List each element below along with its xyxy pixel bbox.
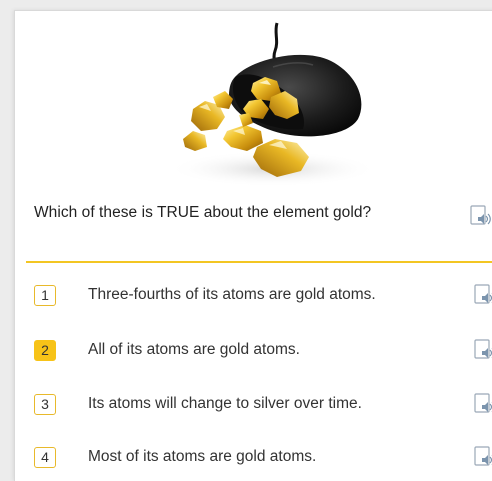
speaker-icon[interactable] xyxy=(474,393,492,415)
option-text: All of its atoms are gold atoms. xyxy=(88,341,300,358)
question-card: Which of these is TRUE about the element… xyxy=(14,10,492,481)
option-audio-speaker-icon xyxy=(474,446,492,466)
option-audio-speaker-icon xyxy=(474,339,492,359)
option-text: Three-fourths of its atoms are gold atom… xyxy=(88,286,376,303)
answer-option-3[interactable]: 3 Its atoms will change to silver over t… xyxy=(34,393,492,420)
option-number-badge: 1 xyxy=(34,285,56,306)
answer-option-1[interactable]: 1 Three-fourths of its atoms are gold at… xyxy=(34,284,492,311)
answer-option-4[interactable]: 4 Most of its atoms are gold atoms. xyxy=(34,446,492,473)
question-audio-speaker-icon xyxy=(470,205,491,225)
gold-nuggets-image xyxy=(153,19,383,197)
gold-nuggets-bag-illustration xyxy=(168,22,378,187)
question-text: Which of these is TRUE about the element… xyxy=(34,204,372,221)
option-audio-speaker-icon xyxy=(474,393,492,413)
option-text: Its atoms will change to silver over tim… xyxy=(88,395,362,412)
option-audio-speaker-icon xyxy=(474,284,492,304)
option-number-badge: 3 xyxy=(34,394,56,415)
divider xyxy=(26,261,492,263)
speaker-icon[interactable] xyxy=(474,284,492,306)
speaker-icon[interactable] xyxy=(474,339,492,361)
speaker-icon[interactable] xyxy=(470,205,492,227)
option-number-badge: 4 xyxy=(34,447,56,468)
answer-option-2[interactable]: 2 All of its atoms are gold atoms. xyxy=(34,339,492,366)
option-number-badge-selected: 2 xyxy=(34,340,56,361)
speaker-icon[interactable] xyxy=(474,446,492,468)
option-text: Most of its atoms are gold atoms. xyxy=(88,448,317,465)
